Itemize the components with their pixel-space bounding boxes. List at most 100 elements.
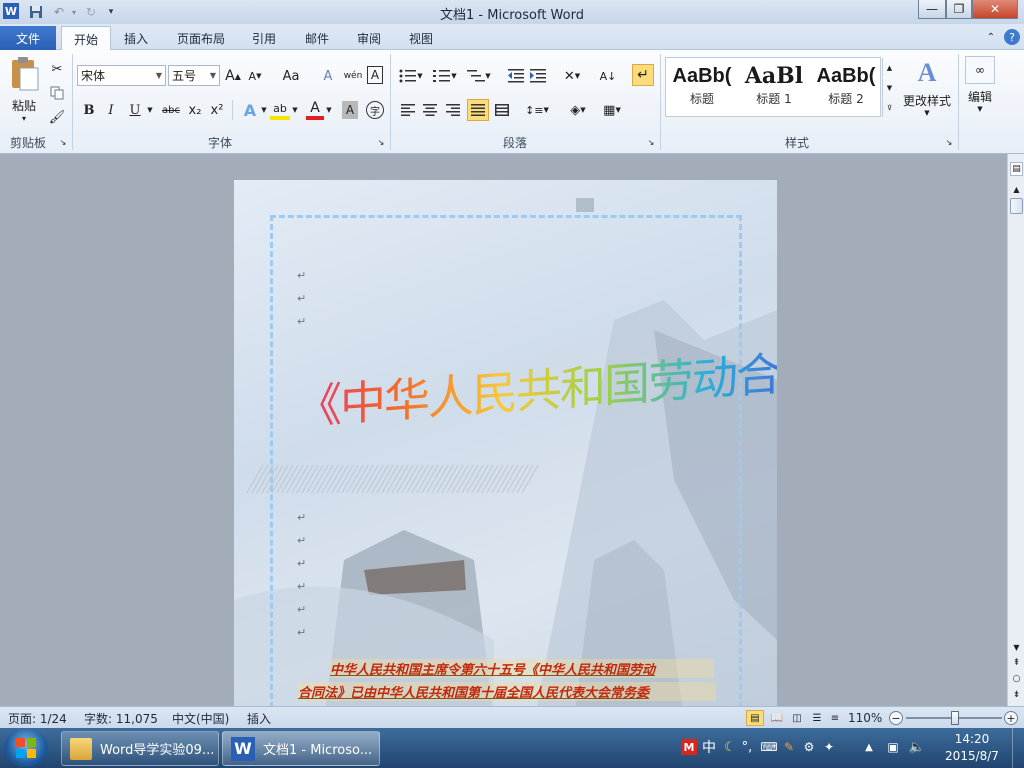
word-count[interactable]: 字数: 11,075 [84,710,158,726]
italic-button[interactable]: I [102,100,120,120]
character-shading-button[interactable]: A [342,101,358,119]
style-heading-1[interactable]: AaBl 标题 1 [740,60,808,112]
align-left-icon[interactable] [398,100,418,120]
zoom-in-button[interactable]: + [1004,711,1018,725]
multilevel-list-button[interactable]: ▼ [466,66,492,86]
network-icon[interactable]: ▣ [884,737,902,757]
copy-icon[interactable] [48,84,66,102]
start-button[interactable] [4,729,48,767]
styles-scroll-down-icon[interactable]: ▼ [882,78,896,97]
tab-references[interactable]: 引用 [240,26,288,50]
decrease-indent-icon[interactable] [506,66,526,86]
format-painter-icon[interactable]: 🖌 [48,108,66,126]
borders-button[interactable]: ▦ ▼ [598,100,626,120]
line-spacing-button[interactable]: ↕≡ ▼ [524,100,550,120]
editing-button[interactable]: ∞ 编辑 ▼ [962,56,998,122]
change-case-button[interactable]: Aa [278,66,304,86]
help-icon[interactable]: ? [1004,29,1020,45]
tab-home[interactable]: 开始 [61,26,112,51]
align-right-icon[interactable] [443,100,463,120]
font-size-combo[interactable]: 五号 ▼ [168,65,220,86]
scroll-thumb[interactable] [1010,198,1023,214]
show-hidden-icons[interactable]: ▲ [862,737,876,757]
taskbar-item-explorer[interactable]: Word导学实验09... [61,731,219,766]
tab-file[interactable]: 文件 [0,26,56,50]
document-page[interactable]: ↵ ↵ ↵ 《中华人民共和国劳动合同法》 ↵ ↵ ↵ ↵ ↵ ↵ 中华人民共和国… [234,180,777,706]
increase-indent-icon[interactable] [528,66,548,86]
volume-icon[interactable]: 🔈 [908,737,926,757]
ruler-toggle-icon[interactable]: ▤ [1010,162,1023,176]
moon-icon[interactable]: ☾ [722,737,738,757]
style-title[interactable]: AaBb( 标题 [668,60,736,112]
clock[interactable]: 14:20 2015/8/7 [936,731,1008,765]
tab-page-layout[interactable]: 页面布局 [165,26,237,50]
taskbar-item-word[interactable]: W 文档1 - Microso... [222,731,380,766]
tab-mailings[interactable]: 邮件 [293,26,341,50]
web-layout-icon[interactable]: ◫ [788,710,806,726]
page-indicator[interactable]: 页面: 1/24 [8,710,67,726]
tray-settings-icon[interactable]: ✦ [820,737,838,757]
clipboard-launcher-icon[interactable]: ↘ [58,137,68,147]
scroll-down-icon[interactable]: ▼ [1010,640,1023,654]
styles-launcher-icon[interactable]: ↘ [944,137,954,147]
next-page-icon[interactable]: ⇟ [1010,688,1023,702]
tray-m-icon[interactable]: M [681,739,697,755]
scroll-up-icon[interactable]: ▲ [1010,182,1023,196]
document-text-line[interactable]: 合同法》已由中华人民共和国第十届全国人民代表大会常务委 [298,682,716,701]
font-color-dropdown-icon[interactable]: ▼ [325,104,333,116]
strikethrough-button[interactable]: abc [160,100,182,120]
distributed-icon[interactable] [492,100,512,120]
underline-dropdown-icon[interactable]: ▼ [146,104,154,116]
clear-formatting-icon[interactable]: A [318,66,338,86]
font-name-combo[interactable]: 宋体 ▼ [77,65,166,86]
language-indicator[interactable]: 中文(中国) [172,710,229,726]
subscript-button[interactable]: x₂ [186,100,204,120]
phonetic-guide-icon[interactable]: wén [342,66,364,86]
zoom-out-button[interactable]: − [889,711,903,725]
change-styles-button[interactable]: A 更改样式 ▼ [900,58,954,122]
highlight-dropdown-icon[interactable]: ▼ [291,104,299,116]
previous-page-icon[interactable]: ⇞ [1010,656,1023,670]
zoom-slider-thumb[interactable] [951,711,960,725]
tray-app-icon[interactable]: ✎ [780,737,798,757]
draft-view-icon[interactable]: ≡ [826,710,844,726]
punctuation-icon[interactable]: °, [740,737,754,757]
ime-indicator[interactable]: 中 [700,737,718,757]
underline-button[interactable]: U [126,100,144,120]
show-marks-button[interactable]: ↵ [632,64,654,86]
minimize-button[interactable]: — [918,0,946,19]
shading-button[interactable]: ◈ ▼ [564,100,592,120]
font-launcher-icon[interactable]: ↘ [376,137,386,147]
styles-scroll-up-icon[interactable]: ▲ [882,58,896,77]
align-center-icon[interactable] [420,100,440,120]
close-button[interactable]: ✕ [972,0,1018,19]
style-heading-2[interactable]: AaBb( 标题 2 [812,60,880,112]
justify-icon[interactable] [467,99,489,121]
sort-icon[interactable]: A↓ [598,66,618,86]
enclose-characters-button[interactable]: 字 [366,101,384,119]
tab-review[interactable]: 审阅 [345,26,393,50]
cut-icon[interactable]: ✂ [48,60,66,78]
full-screen-reading-icon[interactable]: 📖 [768,710,786,726]
outline-view-icon[interactable]: ☰ [808,710,826,726]
font-color-button[interactable]: A [306,100,324,120]
select-browse-object-icon[interactable]: ○ [1010,672,1023,686]
text-effects-dropdown-icon[interactable]: ▼ [260,104,268,116]
superscript-button[interactable]: x² [208,100,226,120]
character-border-icon[interactable]: A [367,66,383,84]
show-desktop-button[interactable] [1012,728,1024,768]
chinese-layout-button[interactable]: ✕ ▼ [560,66,584,86]
tray-tool-icon[interactable]: ⚙ [800,737,818,757]
shrink-font-button[interactable]: A ▼ [246,66,264,86]
document-text-line[interactable]: 中华人民共和国主席令第六十五号《中华人民共和国劳动 [330,659,714,678]
bullets-button[interactable]: ▼ [398,66,424,86]
restore-button[interactable]: ❐ [946,0,972,19]
vertical-scrollbar[interactable]: ▤ ▲ ▼ ⇞ ○ ⇟ [1007,154,1024,706]
zoom-level[interactable]: 110% [848,710,882,726]
highlight-button[interactable]: ab [270,100,290,120]
numbering-button[interactable]: ▼ [432,66,458,86]
tab-insert[interactable]: 插入 [112,26,160,50]
bold-button[interactable]: B [80,100,98,120]
paste-button[interactable]: 粘贴 ▾ [6,56,42,126]
grow-font-button[interactable]: A ▲ [224,66,242,86]
